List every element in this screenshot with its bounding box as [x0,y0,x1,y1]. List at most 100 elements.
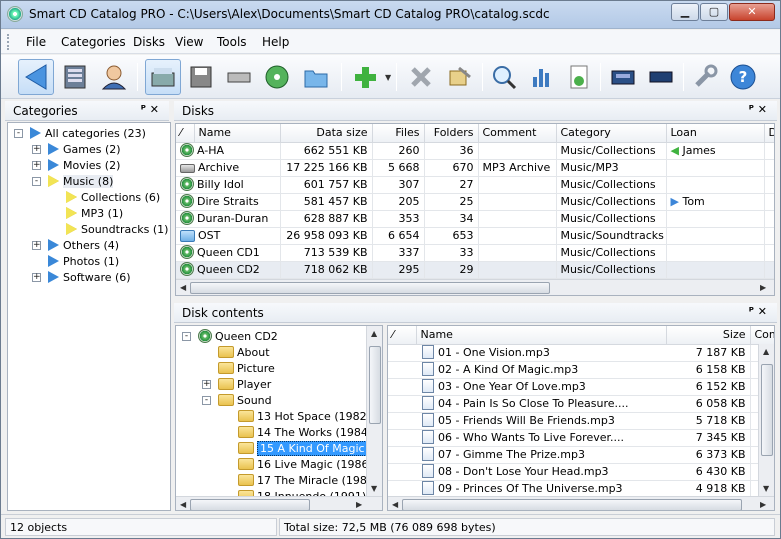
tree-expander[interactable]: + [32,145,41,154]
folder-tree-vscroll-thumb[interactable] [369,346,381,424]
report-button[interactable] [561,59,597,95]
column-header[interactable]: Files [372,124,425,143]
disk-row[interactable]: Billy Idol 601 757 KB 307 27 Music/Collectio… [176,176,774,194]
minimize-button[interactable]: ▁ [671,3,699,21]
disk-row[interactable]: Dire Straits 581 457 KB 205 25 Music/Collect… [176,193,774,211]
folder-node[interactable]: Queen CD2 [198,329,278,345]
scan-disk-button[interactable] [145,59,181,95]
categories-view-button[interactable] [18,59,54,95]
sort-indicator[interactable]: ⁄ [388,326,417,345]
category-node[interactable]: All categories (23) [30,126,146,142]
folder-expander[interactable]: - [182,332,191,341]
folder-node[interactable]: Sound [218,393,272,409]
folder-node[interactable]: 15 A Kind Of Magic (19 [238,441,366,457]
file-row[interactable]: 02 - A Kind Of Magic.mp3 6 158 KB [388,361,774,379]
drive-tray-button[interactable] [643,59,679,95]
file-row[interactable]: 04 - Pain Is So Close To Pleasure.... 6 0… [388,395,774,413]
folder-node[interactable]: Player [218,377,271,393]
menu-file[interactable]: File [26,35,46,49]
folder-tree[interactable]: - Queen CD2 About Picture + Player - Sound 13 Ho… [175,325,383,511]
category-node[interactable]: Collections (6) [66,190,160,206]
column-header[interactable]: Data size [280,124,373,143]
folder-node[interactable]: Picture [218,361,275,377]
folder-node[interactable]: 13 Hot Space (1982) [238,409,366,425]
wizard-button[interactable] [95,59,131,95]
properties-button[interactable] [441,59,477,95]
category-node[interactable]: MP3 (1) [66,206,123,222]
file-row[interactable]: 05 - Friends Will Be Friends.mp3 5 718 KB [388,412,774,430]
folder-tree-hscroll-thumb[interactable] [190,499,310,510]
disk-row[interactable]: Archive 17 225 166 KB 5 668 670 MP3 Archive M… [176,159,774,177]
file-row[interactable]: 06 - Who Wants To Live Forever.... 7 345 … [388,429,774,447]
files-hscroll-thumb[interactable] [402,499,742,510]
cd-button[interactable] [259,59,295,95]
contents-panel-controls[interactable]: ᴾ✕ [749,305,771,318]
file-column-header[interactable]: Name [416,326,667,345]
folder-node[interactable]: 16 Live Magic (1986) [238,457,366,473]
category-node[interactable]: Games (2) [48,142,121,158]
category-node[interactable]: Software (6) [48,270,131,286]
file-row[interactable]: 07 - Gimme The Prize.mp3 6 373 KB [388,446,774,464]
disks-panel-controls[interactable]: ᴾ✕ [749,103,771,116]
disks-hscroll[interactable]: ◀ ▶ [176,279,774,295]
disk-row[interactable]: Queen CD2 718 062 KB 295 29 Music/Collection… [176,261,774,279]
folder-node[interactable]: 17 The Miracle (1989) [238,473,366,489]
maximize-button[interactable]: ▢ [700,3,728,21]
file-row[interactable]: 09 - Princes Of The Universe.mp3 4 918 KB [388,480,774,498]
menubar-grip[interactable] [7,34,10,50]
disk-row[interactable]: OST 26 958 093 KB 6 654 653 Music/Soundtrack… [176,227,774,245]
tree-expander[interactable]: - [32,177,41,186]
file-column-header[interactable]: Comme [750,326,774,345]
column-header[interactable]: Category [556,124,667,143]
column-header[interactable]: D [764,124,774,143]
disk-row[interactable]: Duran-Duran 628 887 KB 353 34 Music/Collecti… [176,210,774,228]
menu-categories[interactable]: Categories [61,35,126,49]
files-hscroll[interactable]: ◀ ▶ [388,496,774,510]
catalog-button[interactable] [57,59,93,95]
menu-help[interactable]: Help [262,35,289,49]
statistics-button[interactable] [524,59,560,95]
folder-node[interactable]: 18 Innuendo (1991) [238,489,366,496]
folder-tree-vscroll[interactable]: ▲ ▼ [366,326,382,496]
category-node[interactable]: Photos (1) [48,254,119,270]
delete-button[interactable] [403,59,439,95]
add-button[interactable] [347,59,383,95]
file-row[interactable]: 03 - One Year Of Love.mp3 6 152 KB [388,378,774,396]
folder-expander[interactable]: - [202,396,211,405]
file-row[interactable]: 01 - One Vision.mp3 7 187 KB [388,344,774,362]
close-button[interactable]: ✕ [729,3,775,21]
column-header[interactable]: Loan [666,124,765,143]
folder-node[interactable]: About [218,345,270,361]
help-button[interactable]: ? [725,59,761,95]
drive-button[interactable] [221,59,257,95]
disk-row[interactable]: A-HA 662 551 KB 260 36 Music/Collections ◀ Ja… [176,142,774,160]
burn-button[interactable] [605,59,641,95]
tree-expander[interactable]: + [32,241,41,250]
file-row[interactable]: 08 - Don't Lose Your Head.mp3 6 430 KB [388,463,774,481]
search-button[interactable] [486,59,522,95]
disk-row[interactable]: Queen CD1 713 539 KB 337 33 Music/Collection… [176,244,774,262]
file-column-header[interactable]: Size [666,326,751,345]
category-node[interactable]: Soundtracks (1) [66,222,168,238]
category-node[interactable]: Movies (2) [48,158,120,174]
category-node[interactable]: Others (4) [48,238,119,254]
tree-expander[interactable]: + [32,161,41,170]
categories-tree[interactable]: - All categories (23) + Games (2) + Movies (2… [7,122,171,511]
category-node[interactable]: Music (8) [48,174,114,190]
column-header[interactable]: Comment [478,124,557,143]
files-vscroll[interactable]: ▲ ▼ [758,344,774,496]
column-header[interactable]: Folders [424,124,479,143]
menu-view[interactable]: View [175,35,203,49]
disks-hscroll-thumb[interactable] [190,282,550,294]
menu-disks[interactable]: Disks [133,35,165,49]
files-list[interactable]: ⁄NameSizeComme01 - One Vision.mp37 187 K… [387,325,775,511]
settings-button[interactable] [687,59,723,95]
folder-expander[interactable]: + [202,380,211,389]
folder-tree-hscroll[interactable]: ◀ ▶ [176,496,382,510]
folder-button[interactable] [298,59,334,95]
disks-list[interactable]: ⁄ Name Data size Files Folders Comment Categor… [175,123,775,296]
categories-panel-controls[interactable]: ᴾ✕ [141,103,163,116]
sort-indicator[interactable]: ⁄ [176,124,195,143]
tree-expander[interactable]: - [14,129,23,138]
files-vscroll-thumb[interactable] [761,364,773,456]
